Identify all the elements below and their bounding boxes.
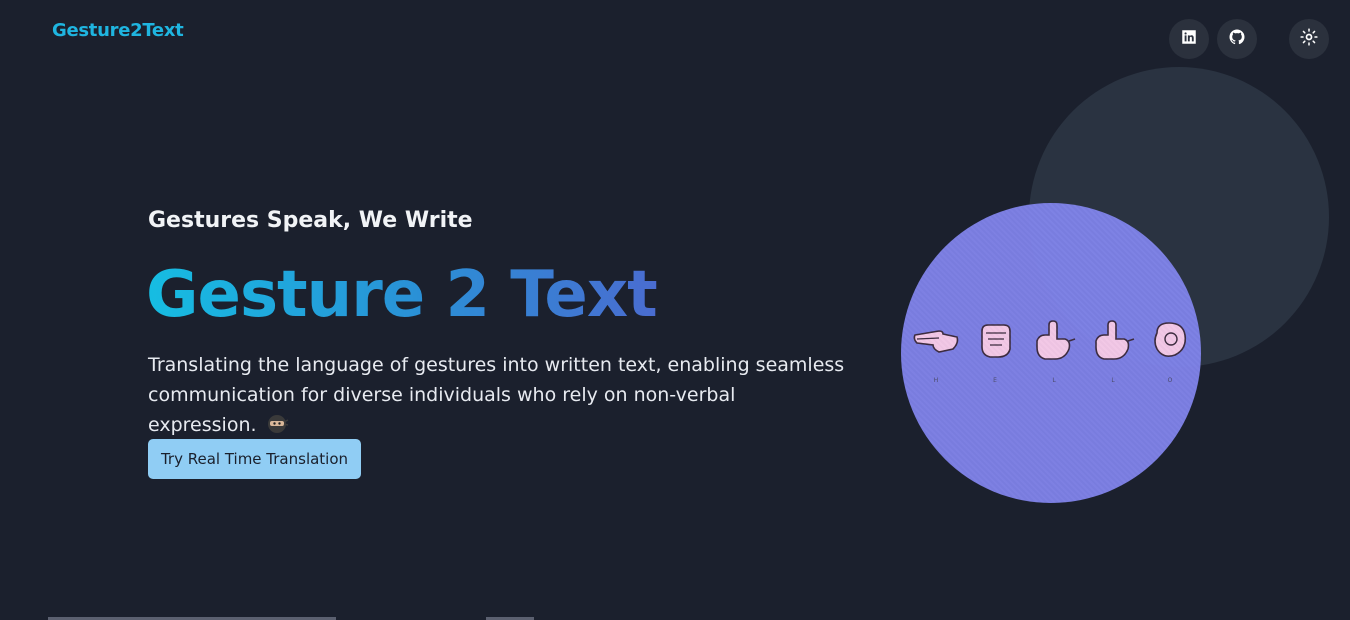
github-button[interactable] <box>1217 19 1257 59</box>
hand-sign-l-icon <box>1090 319 1136 363</box>
hero-description-text: Translating the language of gestures int… <box>148 354 845 436</box>
hand-sign-e-icon <box>972 319 1018 363</box>
hand-sign-h-icon <box>913 319 959 363</box>
linkedin-button[interactable] <box>1169 19 1209 59</box>
letter-o: O <box>1167 377 1173 384</box>
theme-toggle-button[interactable] <box>1289 19 1329 59</box>
hero-description: Translating the language of gestures int… <box>148 350 848 440</box>
hero-subtitle: Gestures Speak, We Write <box>148 208 473 233</box>
letter-l-2: L <box>1111 377 1115 384</box>
hand-signs-row: H E L L O <box>901 319 1201 384</box>
hand-sign-l-icon <box>1031 319 1077 363</box>
ninja-emoji-icon <box>267 413 289 435</box>
hero-title: Gesture 2 Text <box>146 258 658 332</box>
page: Gesture2Text H E L L O Gestures Speak, W… <box>0 0 1350 620</box>
linkedin-icon <box>1180 28 1198 50</box>
letter-e: E <box>993 377 997 384</box>
hand-sign-o-icon <box>1147 319 1193 363</box>
sign-language-image: H E L L O <box>901 203 1201 503</box>
letter-h: H <box>933 377 939 384</box>
brand-logo[interactable]: Gesture2Text <box>52 20 184 41</box>
sun-icon <box>1300 28 1318 50</box>
try-real-time-translation-button[interactable]: Try Real Time Translation <box>148 439 361 479</box>
letter-l-1: L <box>1052 377 1056 384</box>
github-icon <box>1228 28 1246 50</box>
